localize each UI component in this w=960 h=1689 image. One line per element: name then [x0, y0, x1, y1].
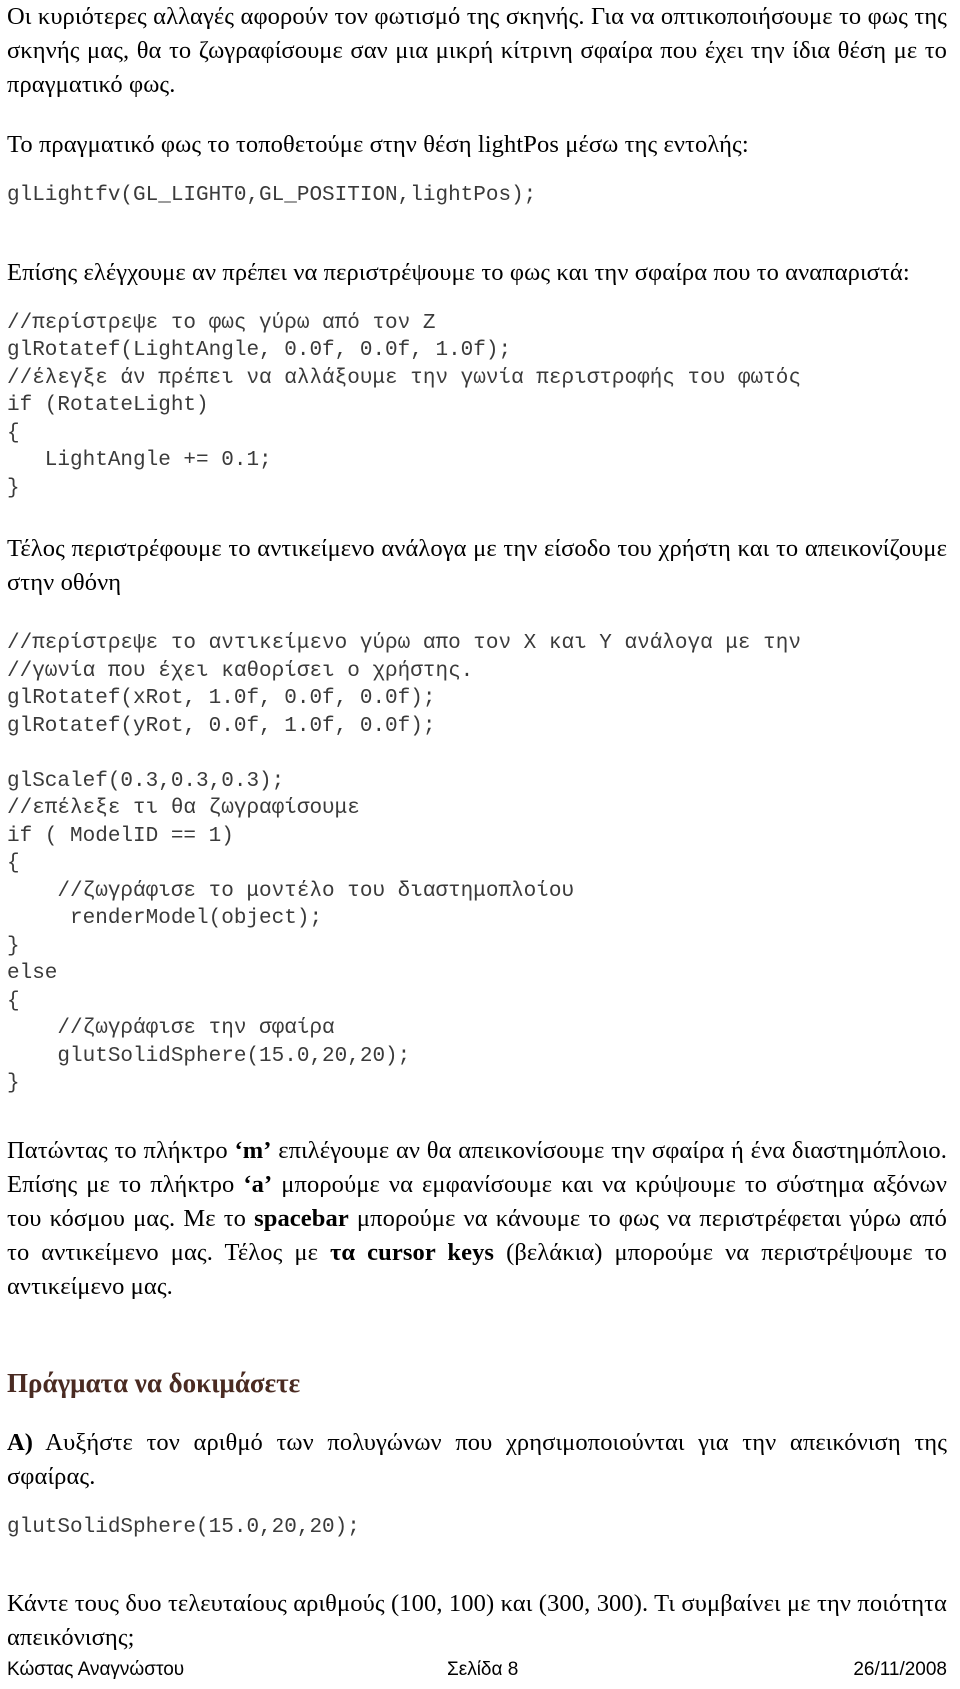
footer-author: Κώστας Αναγνώστου: [7, 1659, 185, 1680]
document-page: Οι κυριότερες αλλαγές αφορούν τον φωτισμ…: [0, 0, 960, 1689]
code-block-glutsolidsphere: glutSolidSphere(15.0,20,20);: [7, 1515, 360, 1539]
key-m-label: ‘m’: [234, 1136, 272, 1164]
exercise-item-a: Α) Αυξήστε τον αριθμό των πολυγώνων που …: [7, 1426, 947, 1494]
key-a-label: ‘a’: [243, 1170, 273, 1198]
page-content: Οι κυριότερες αλλαγές αφορούν τον φωτισμ…: [7, 0, 947, 1661]
footer-date: 26/11/2008: [853, 1659, 947, 1680]
section-heading-things-to-try: Πράγματα να δοκιμάσετε: [7, 1367, 301, 1398]
footer-page-number: Σελίδα 8: [447, 1659, 519, 1680]
paragraph-lighting-intro: Οι κυριότερες αλλαγές αφορούν τον φωτισμ…: [7, 3, 947, 98]
exercise-item-a-followup: Κάντε τους δυο τελευταίους αριθμούς (100…: [7, 1590, 947, 1651]
key-cursor-keys-label: τα cursor keys: [330, 1238, 495, 1266]
paragraph-keyboard-controls: Πατώντας το πλήκτρο ‘m’ επιλέγουμε αν θα…: [7, 1134, 947, 1304]
page-footer: Κώστας Αναγνώστου Σελίδα 8 26/11/2008: [7, 1655, 947, 1685]
exercise-item-a-label: Α): [7, 1428, 34, 1456]
code-block-object-render: //περίστρεψε το αντικείμενο γύρω απο τον…: [7, 632, 801, 1095]
paragraph-lightpos: Το πραγματικό φως το τοποθετούμε στην θέ…: [7, 131, 749, 158]
exercise-item-a-text: Αυξήστε τον αριθμό των πολυγώνων που χρη…: [7, 1428, 947, 1490]
kb-text-part-1: Πατώντας το πλήκτρο: [7, 1136, 235, 1164]
code-block-light-rotation: //περίστρεψε το φως γύρω από τον Z glRot…: [7, 311, 801, 500]
code-block-gllightfv: glLightfv(GL_LIGHT0,GL_POSITION,lightPos…: [7, 184, 537, 207]
paragraph-rotate-check: Επίσης ελέγχουμε αν πρέπει να περιστρέψο…: [7, 258, 910, 286]
key-spacebar-label: spacebar: [254, 1204, 349, 1232]
paragraph-object-rotation: Τέλος περιστρέφουμε το αντικείμενο ανάλο…: [7, 535, 947, 596]
